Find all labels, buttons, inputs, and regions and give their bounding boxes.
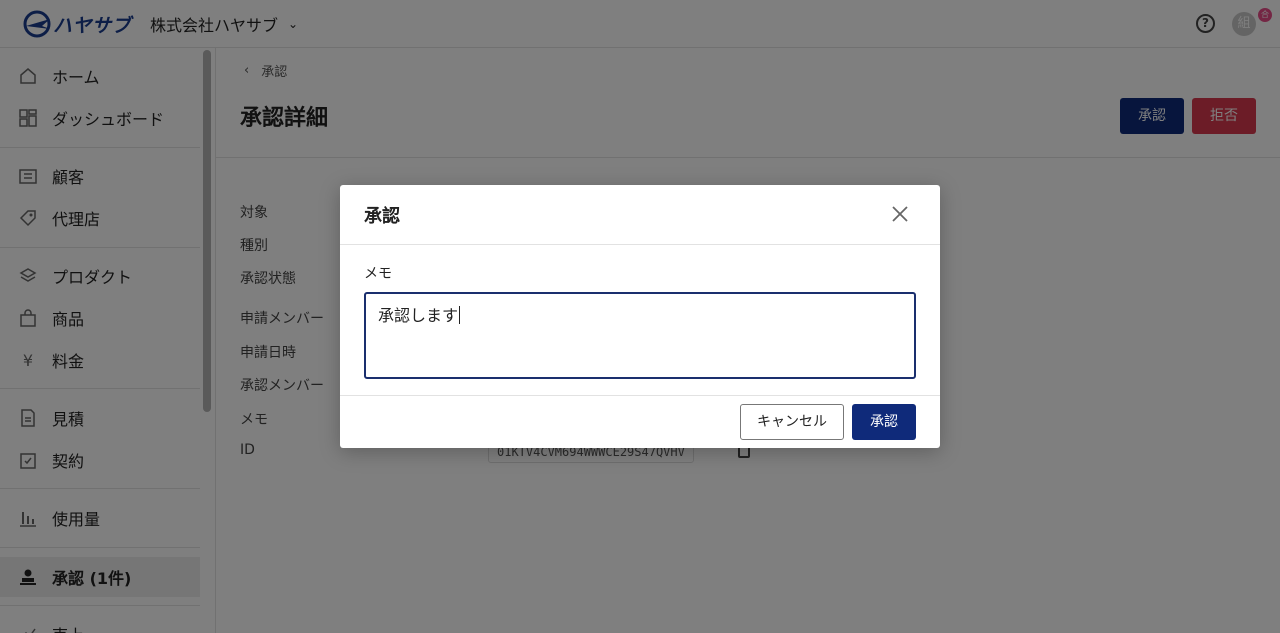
dialog-title: 承認 bbox=[364, 206, 400, 227]
memo-label: メモ bbox=[364, 266, 392, 282]
confirm-approve-button[interactable]: 承認 bbox=[852, 404, 916, 440]
divider bbox=[340, 395, 940, 396]
cancel-button[interactable]: キャンセル bbox=[740, 404, 844, 440]
memo-textarea[interactable] bbox=[364, 292, 916, 379]
close-icon[interactable] bbox=[888, 202, 912, 226]
approve-dialog: 承認 メモ 承認します キャンセル 承認 bbox=[340, 185, 940, 448]
divider bbox=[340, 244, 940, 245]
